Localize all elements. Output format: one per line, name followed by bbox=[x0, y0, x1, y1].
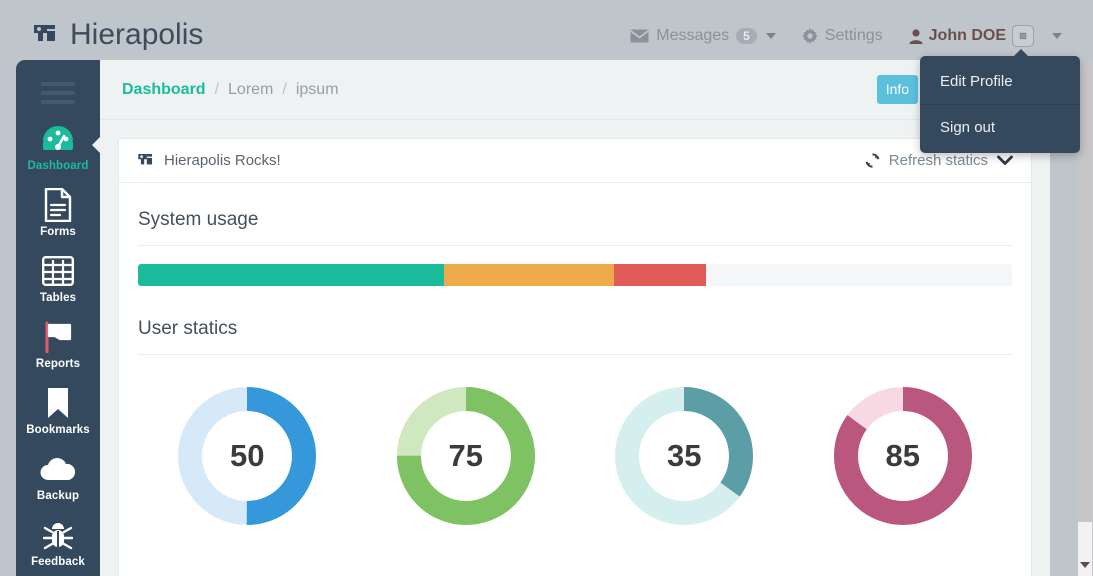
user-statics-title: User statics bbox=[138, 310, 1012, 355]
flag-icon bbox=[43, 319, 73, 355]
hierapolis-logo-icon bbox=[137, 152, 154, 169]
scrollbar-down-arrow-icon[interactable] bbox=[1080, 562, 1090, 568]
avatar[interactable]: ▨ bbox=[1012, 25, 1034, 47]
sidebar-item-backup[interactable]: Backup bbox=[16, 442, 100, 508]
donut-value: 75 bbox=[397, 387, 535, 525]
app-root: Hierapolis Messages 5 Settings bbox=[0, 0, 1093, 576]
table-grid-icon bbox=[42, 253, 74, 289]
progress-segment-orange bbox=[444, 264, 614, 286]
donut-chart: 85 bbox=[834, 387, 972, 525]
messages-badge: 5 bbox=[736, 28, 757, 44]
sidebar-item-label: Tables bbox=[40, 292, 76, 304]
breadcrumb-bar: Dashboard / Lorem / ipsum Info Danger bbox=[100, 60, 1050, 120]
user-statics-donuts: 50 75 35 bbox=[138, 373, 1012, 525]
brand[interactable]: Hierapolis bbox=[32, 20, 203, 50]
progress-segment-red bbox=[614, 264, 706, 286]
sidebar-item-label: Bookmarks bbox=[26, 424, 90, 436]
sidebar-item-dashboard[interactable]: Dashboard bbox=[16, 112, 100, 178]
progress-segment-green bbox=[138, 264, 444, 286]
sidebar-toggle-hamburger-icon[interactable] bbox=[41, 82, 75, 104]
breadcrumb-item-dashboard[interactable]: Dashboard bbox=[122, 81, 206, 99]
donut-value: 85 bbox=[834, 387, 972, 525]
gear-icon bbox=[802, 28, 818, 44]
top-nav: Messages 5 Settings John DOE ▨ bbox=[617, 22, 1075, 50]
donut-value: 50 bbox=[178, 387, 316, 525]
sidebar-item-bookmarks[interactable]: Bookmarks bbox=[16, 376, 100, 442]
envelope-icon bbox=[630, 29, 649, 43]
nav-user-label: John DOE bbox=[929, 27, 1006, 45]
bug-icon bbox=[43, 517, 73, 553]
sidebar-item-label: Backup bbox=[37, 490, 79, 502]
breadcrumb: Dashboard / Lorem / ipsum bbox=[122, 81, 339, 99]
content-area: Dashboard / Lorem / ipsum Info Danger bbox=[100, 60, 1050, 576]
system-usage-progress-bar bbox=[138, 264, 1012, 286]
brand-title: Hierapolis bbox=[70, 20, 203, 50]
broken-image-icon: ▨ bbox=[1019, 32, 1027, 40]
nav-settings[interactable]: Settings bbox=[789, 22, 896, 50]
panel-title: Hierapolis Rocks! bbox=[137, 152, 281, 169]
panel-body: System usage User statics 50 bbox=[119, 183, 1031, 525]
sidebar-item-label: Feedback bbox=[31, 556, 85, 568]
nav-messages-label: Messages bbox=[656, 27, 729, 45]
system-usage-title: System usage bbox=[138, 201, 1012, 246]
sidebar-item-label: Dashboard bbox=[28, 160, 89, 172]
document-icon bbox=[44, 187, 72, 223]
hierapolis-logo-icon bbox=[32, 22, 58, 48]
sidebar-item-feedback[interactable]: Feedback bbox=[16, 508, 100, 574]
panel-actions: Refresh statics bbox=[865, 152, 1013, 169]
nav-settings-label: Settings bbox=[825, 27, 883, 45]
sidebar-item-reports[interactable]: Reports bbox=[16, 310, 100, 376]
breadcrumb-item-ipsum[interactable]: ipsum bbox=[296, 81, 339, 99]
caret-down-icon[interactable] bbox=[766, 33, 776, 39]
user-menu-caret-down-icon[interactable] bbox=[1052, 33, 1062, 39]
menu-separator bbox=[920, 104, 1080, 105]
chevron-down-icon[interactable] bbox=[997, 155, 1013, 166]
user-icon bbox=[909, 29, 923, 44]
sidebar-item-forms[interactable]: Forms bbox=[16, 178, 100, 244]
panel-header: Hierapolis Rocks! Refresh statics bbox=[119, 139, 1031, 183]
refresh-statics-label[interactable]: Refresh statics bbox=[889, 152, 988, 169]
donut-chart: 50 bbox=[178, 387, 316, 525]
statics-panel: Hierapolis Rocks! Refresh statics bbox=[118, 138, 1032, 576]
donut-chart: 75 bbox=[397, 387, 535, 525]
user-dropdown-menu: Edit Profile Sign out bbox=[920, 56, 1080, 153]
breadcrumb-separator: / bbox=[282, 81, 286, 99]
sidebar-item-label: Reports bbox=[36, 358, 80, 370]
cloud-icon bbox=[40, 451, 76, 487]
refresh-icon[interactable] bbox=[865, 153, 880, 168]
donut-chart: 35 bbox=[615, 387, 753, 525]
nav-user[interactable]: John DOE ▨ bbox=[896, 22, 1075, 50]
nav-messages[interactable]: Messages 5 bbox=[617, 22, 789, 50]
breadcrumb-item-lorem[interactable]: Lorem bbox=[228, 81, 273, 99]
breadcrumb-separator: / bbox=[215, 81, 219, 99]
dashboard-gauge-icon bbox=[41, 121, 75, 157]
panel-title-text: Hierapolis Rocks! bbox=[164, 152, 281, 169]
donut-value: 35 bbox=[615, 387, 753, 525]
sidebar-item-tables[interactable]: Tables bbox=[16, 244, 100, 310]
sidebar: Dashboard Forms Tables bbox=[16, 60, 100, 576]
menu-item-edit-profile[interactable]: Edit Profile bbox=[920, 64, 1080, 99]
menu-item-sign-out[interactable]: Sign out bbox=[920, 110, 1080, 145]
scrollbar-thumb[interactable] bbox=[1078, 60, 1092, 522]
sidebar-item-label: Forms bbox=[40, 226, 76, 238]
bookmark-icon bbox=[46, 385, 70, 421]
info-button[interactable]: Info bbox=[877, 75, 918, 104]
